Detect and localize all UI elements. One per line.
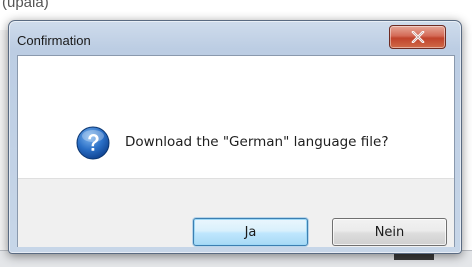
dialog-titlebar[interactable]: Confirmation [9, 21, 461, 56]
dialog-button-bar: Ja Nein [18, 178, 454, 247]
message-area: Download the "German" language file? [18, 56, 454, 178]
confirmation-message: Download the "German" language file? [125, 134, 389, 150]
no-button[interactable]: Nein [332, 218, 447, 246]
dialog-title: Confirmation [17, 33, 91, 48]
confirmation-dialog: Confirmation Download the "German" langu… [8, 20, 462, 254]
dialog-client-area: Download the "German" language file? Ja … [17, 55, 455, 247]
yes-button[interactable]: Ja [193, 218, 308, 246]
background-partial-text: (upala) [2, 0, 49, 11]
question-icon [76, 126, 110, 160]
close-icon [411, 31, 424, 43]
close-button[interactable] [389, 25, 446, 49]
